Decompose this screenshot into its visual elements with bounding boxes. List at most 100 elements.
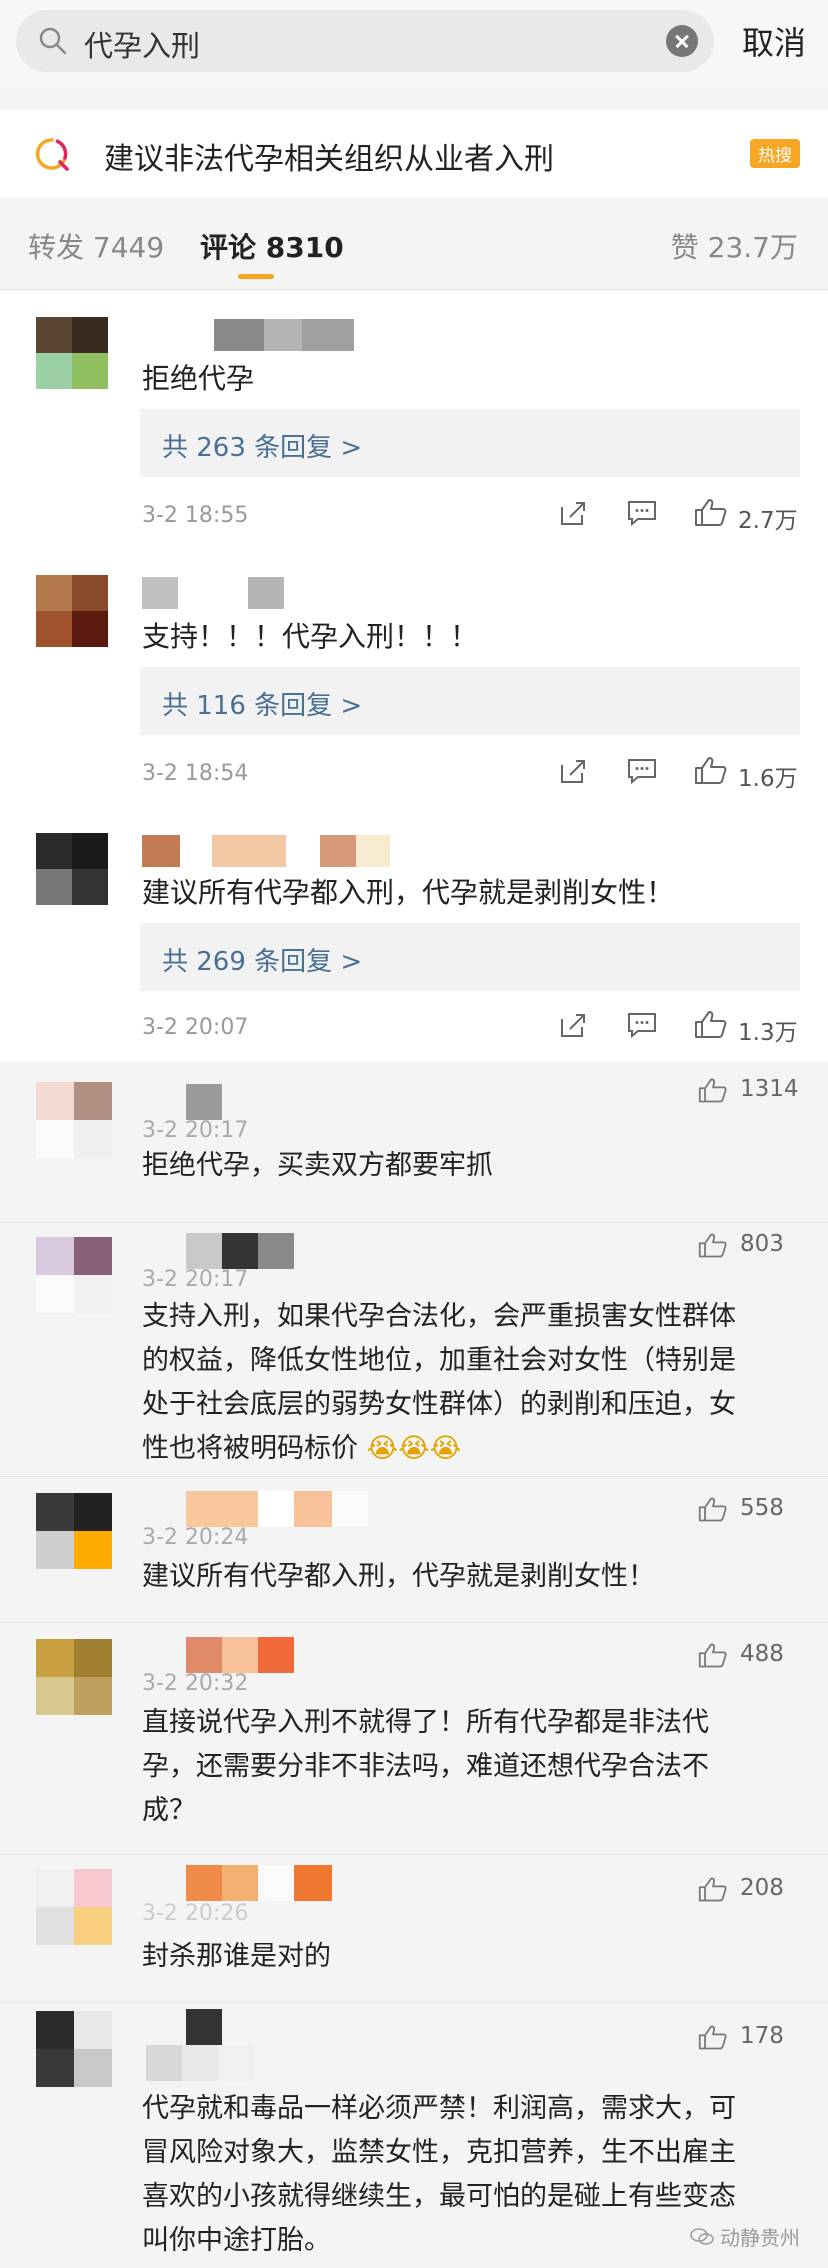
- avatar[interactable]: [36, 575, 108, 647]
- like-count: 208: [740, 1875, 784, 1901]
- username-blurred[interactable]: [186, 1491, 368, 1527]
- like-count: 488: [740, 1641, 784, 1667]
- avatar[interactable]: [36, 1493, 112, 1569]
- comment-line: 建议所有代孕都入刑，代孕就是剥削女性！: [142, 1561, 655, 1592]
- watermark: 动静贵州: [690, 2222, 800, 2251]
- comment-line: 封杀那谁是对的: [142, 1941, 331, 1972]
- hot-comment: 建议所有代孕都入刑，代孕就是剥削女性！ 共 269 条回复 > 3-2 20:0…: [0, 807, 828, 1061]
- comment-time: 3-2 20:17: [142, 1118, 249, 1143]
- comment-time: 3-2 20:17: [142, 1267, 249, 1292]
- topic-search-icon: [35, 138, 69, 171]
- comment-text: 建议所有代孕都入刑，代孕就是剥削女性！: [142, 876, 675, 909]
- comment-line: 性也将被明码标价: [142, 1433, 358, 1464]
- reply-summary[interactable]: 共 116 条回复 >: [140, 667, 800, 735]
- comment-icon[interactable]: [626, 757, 658, 785]
- comment-line: 叫你中途打胎。: [142, 2225, 331, 2256]
- comment-item: 3-2 20:24 558 建议所有代孕都入刑，代孕就是剥削女性！: [0, 1476, 828, 1622]
- avatar[interactable]: [36, 2011, 112, 2087]
- avatar[interactable]: [36, 1869, 112, 1945]
- tab-active-indicator: [238, 274, 274, 279]
- comment-line: 孕，还需要分非不非法吗，难道还想代孕合法不: [142, 1751, 709, 1782]
- thumbs-up-icon[interactable]: [698, 1641, 728, 1669]
- avatar[interactable]: [36, 1082, 112, 1158]
- avatar[interactable]: [36, 317, 108, 389]
- comment-line: 的权益，降低女性地位，加重社会对女性（特别是: [142, 1345, 736, 1376]
- username-blurred[interactable]: [142, 835, 390, 867]
- comment-line: 支持入刑，如果代孕合法化，会严重损害女性群体: [142, 1301, 736, 1332]
- username-blurred[interactable]: [186, 1865, 332, 1901]
- username-blurred[interactable]: [186, 1084, 222, 1120]
- like-count: 178: [740, 2023, 784, 2049]
- share-icon[interactable]: [558, 757, 588, 785]
- tab-repost[interactable]: 转发 7449: [28, 226, 164, 266]
- comment-text: 封杀那谁是对的: [142, 1935, 782, 1979]
- thumbs-up-icon[interactable]: [694, 497, 728, 527]
- thumbs-up-icon[interactable]: [698, 1495, 728, 1523]
- thumbs-up-icon[interactable]: [698, 1231, 728, 1259]
- comment-item: 3-2 20:32 488 直接说代孕入刑不就得了！所有代孕都是非法代 孕，还需…: [0, 1622, 828, 1854]
- comment-item: 3-2 20:17 803 支持入刑，如果代孕合法化，会严重损害女性群体 的权益…: [0, 1222, 828, 1476]
- username-blurred[interactable]: [186, 2009, 222, 2045]
- watermark-text: 动静贵州: [720, 2226, 800, 2250]
- search-icon: [39, 27, 67, 55]
- stats-tabs: 转发 7449 评论 8310 赞 23.7万: [0, 198, 828, 290]
- hot-topic-card[interactable]: 建议非法代孕相关组织从业者入刑 热搜: [0, 110, 828, 198]
- like-count: 558: [740, 1495, 784, 1521]
- hot-comment: 拒绝代孕 共 263 条回复 > 3-2 18:55 2.7万: [0, 291, 828, 549]
- reply-summary[interactable]: 共 269 条回复 >: [140, 923, 800, 991]
- comment-time: 3-2 20:07: [142, 1015, 249, 1040]
- username-blurred[interactable]: [146, 2045, 254, 2081]
- cancel-button[interactable]: 取消: [742, 18, 806, 64]
- reply-count: 共 269 条回复 >: [162, 947, 363, 977]
- thumbs-up-icon[interactable]: [698, 1875, 728, 1903]
- reply-count: 共 263 条回复 >: [162, 433, 363, 463]
- like-count: 803: [740, 1231, 784, 1257]
- comment-text: 支持！！！代孕入刑！！！: [142, 620, 479, 653]
- comment-text: 建议所有代孕都入刑，代孕就是剥削女性！: [142, 1555, 782, 1599]
- share-icon[interactable]: [558, 499, 588, 527]
- like-count: 1.6万: [738, 766, 798, 792]
- comment-line-with-emoji: 性也将被明码标价 😭😭😭: [142, 1427, 782, 1471]
- comment-time: 3-2 18:55: [142, 503, 249, 528]
- hot-comments: 拒绝代孕 共 263 条回复 > 3-2 18:55 2.7万 支持！！！代孕入…: [0, 291, 828, 1061]
- reply-count: 共 116 条回复 >: [162, 691, 363, 721]
- comment-text: 代孕就和毒品一样必须严禁！利润高，需求大，可 冒风险对象大，监禁女性，克扣营养，…: [142, 2087, 782, 2263]
- like-count: 1314: [740, 1076, 799, 1102]
- comment-line: 拒绝代孕，买卖双方都要牢抓: [142, 1150, 493, 1181]
- comment-time: 3-2 18:54: [142, 761, 249, 786]
- topic-title: 建议非法代孕相关组织从业者入刑: [104, 142, 554, 177]
- username-blurred[interactable]: [186, 1637, 294, 1673]
- thumbs-up-icon[interactable]: [694, 1009, 728, 1039]
- username-blurred[interactable]: [186, 1233, 294, 1269]
- tab-comment[interactable]: 评论 8310: [200, 226, 344, 266]
- comment-item: 3-2 20:26 208 封杀那谁是对的: [0, 1854, 828, 2002]
- comment-line: 处于社会底层的弱势女性群体）的剥削和压迫，女: [142, 1389, 736, 1420]
- reply-summary[interactable]: 共 263 条回复 >: [140, 409, 800, 477]
- like-count: 1.3万: [738, 1020, 798, 1046]
- search-bar: 代孕入刑 取消: [0, 0, 828, 86]
- tab-like[interactable]: 赞 23.7万: [671, 226, 798, 266]
- wechat-icon: [690, 2227, 714, 2245]
- comment-time: 3-2 20:24: [142, 1525, 249, 1550]
- comment-line: 成？: [142, 1795, 196, 1826]
- search-input[interactable]: 代孕入刑: [16, 10, 714, 72]
- username-blurred[interactable]: [142, 577, 284, 609]
- comment-icon[interactable]: [626, 1011, 658, 1039]
- thumbs-up-icon[interactable]: [698, 1076, 728, 1104]
- clear-icon[interactable]: [666, 25, 698, 57]
- comment-icon[interactable]: [626, 499, 658, 527]
- comment-item: 3-2 20:17 1314 拒绝代孕，买卖双方都要牢抓: [0, 1062, 828, 1222]
- avatar[interactable]: [36, 1639, 112, 1715]
- comment-line: 冒风险对象大，监禁女性，克扣营养，生不出雇主: [142, 2137, 736, 2168]
- username-blurred[interactable]: [214, 319, 354, 351]
- comment-text: 拒绝代孕，买卖双方都要牢抓: [142, 1144, 782, 1188]
- like-count: 2.7万: [738, 508, 798, 534]
- share-icon[interactable]: [558, 1011, 588, 1039]
- comment-text: 支持入刑，如果代孕合法化，会严重损害女性群体 的权益，降低女性地位，加重社会对女…: [142, 1295, 782, 1471]
- comment-text: 拒绝代孕: [142, 362, 255, 395]
- thumbs-up-icon[interactable]: [698, 2023, 728, 2051]
- avatar[interactable]: [36, 833, 108, 905]
- thumbs-up-icon[interactable]: [694, 755, 728, 785]
- comment-text: 直接说代孕入刑不就得了！所有代孕都是非法代 孕，还需要分非不非法吗，难道还想代孕…: [142, 1701, 782, 1833]
- avatar[interactable]: [36, 1237, 112, 1313]
